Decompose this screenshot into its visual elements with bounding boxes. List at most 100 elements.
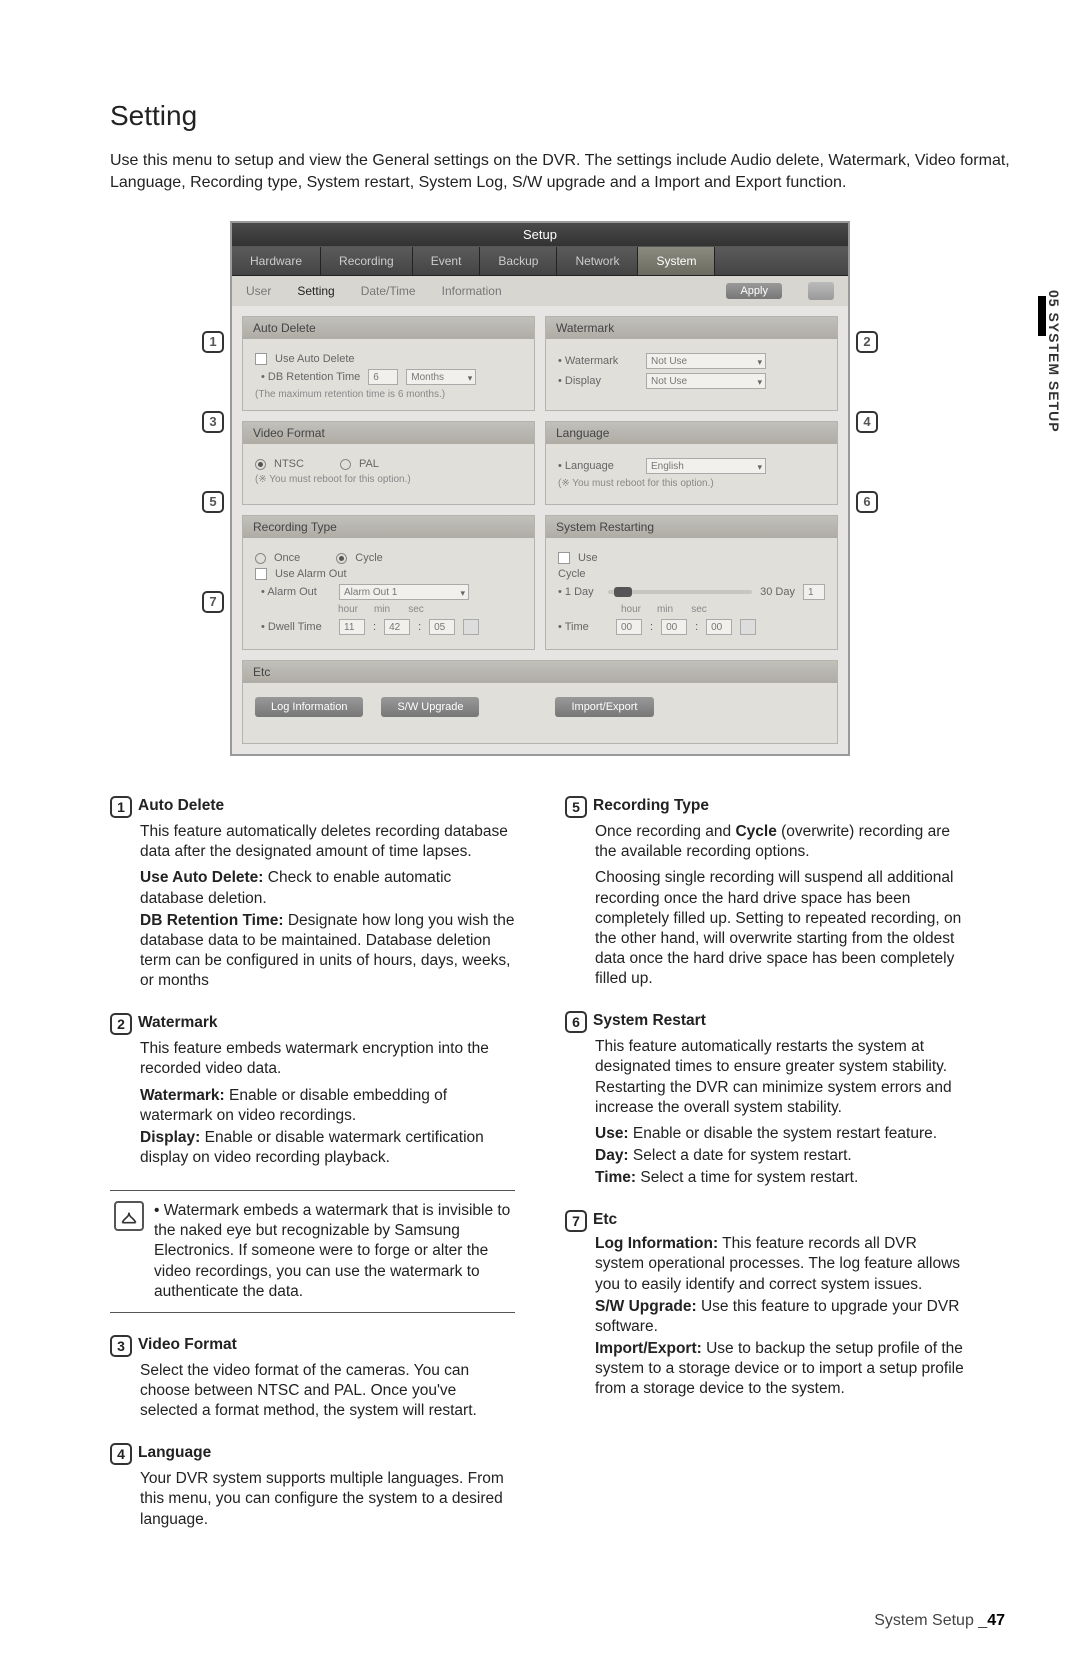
sec-header: sec	[401, 604, 431, 615]
tab-backup[interactable]: Backup	[480, 247, 557, 275]
log-information-button[interactable]: Log Information	[255, 697, 363, 717]
panel-head: Etc	[243, 661, 837, 683]
note-text: • Watermark embeds a watermark that is i…	[154, 1201, 511, 1302]
use-alarm-out-label: Use Alarm Out	[275, 568, 347, 580]
video-format-note: (※ You must reboot for this option.)	[255, 474, 522, 485]
side-chapter-tab: 05 SYSTEM SETUP	[1038, 290, 1062, 433]
panel-head: System Restarting	[546, 516, 837, 538]
sw-upgrade-button[interactable]: S/W Upgrade	[381, 697, 479, 717]
section-heading: Setting	[110, 100, 1050, 132]
panel-head: Watermark	[546, 317, 837, 339]
window-title: Setup	[232, 223, 848, 247]
display-label: • Display	[558, 375, 638, 387]
panel-system-restart: System Restarting Use Cycle • 1 Day 30 D…	[545, 515, 838, 650]
auto-delete-note: (The maximum retention time is 6 months.…	[255, 389, 522, 400]
alarm-out-label: • Alarm Out	[261, 586, 331, 598]
callout-7: 7	[202, 591, 224, 613]
restart-sec-input[interactable]: 00	[706, 619, 732, 635]
once-label: Once	[274, 552, 300, 564]
callout-5: 5	[202, 491, 224, 513]
desc-etc: 7Etc Log Information: This feature recor…	[565, 1210, 970, 1399]
use-auto-delete-checkbox[interactable]	[255, 353, 267, 365]
use-auto-delete-label: Use Auto Delete	[275, 353, 355, 365]
ntsc-radio[interactable]	[255, 459, 266, 470]
subtab-information[interactable]: Information	[442, 284, 502, 298]
desc-watermark: 2Watermark This feature embeds watermark…	[110, 1013, 515, 1168]
ntsc-label: NTSC	[274, 458, 304, 470]
import-export-button[interactable]: Import/Export	[555, 697, 653, 717]
language-dropdown[interactable]: English	[646, 458, 766, 474]
main-tabs: Hardware Recording Event Backup Network …	[232, 247, 848, 276]
once-radio[interactable]	[255, 553, 266, 564]
apply-button[interactable]: Apply	[726, 283, 782, 299]
right-column: 5Recording Type Once recording and Cycle…	[565, 796, 970, 1552]
panel-watermark: Watermark • Watermark Not Use • Display …	[545, 316, 838, 411]
tab-recording[interactable]: Recording	[321, 247, 413, 275]
dwell-hour-input[interactable]: 11	[339, 619, 365, 635]
tab-event[interactable]: Event	[413, 247, 481, 275]
restart-min-input[interactable]: 00	[661, 619, 687, 635]
watermark-dropdown[interactable]: Not Use	[646, 353, 766, 369]
subtab-setting[interactable]: Setting	[297, 284, 334, 298]
dwell-min-input[interactable]: 42	[384, 619, 410, 635]
slider-right-label: 30 Day	[760, 586, 795, 598]
panel-video-format: Video Format NTSC PAL (※ You must reboot…	[242, 421, 535, 505]
panel-head: Video Format	[243, 422, 534, 444]
callout-2: 2	[856, 331, 878, 353]
alarm-out-dropdown[interactable]: Alarm Out 1	[339, 584, 469, 600]
restart-cycle-label: Cycle	[558, 568, 586, 580]
restart-day-slider[interactable]	[608, 590, 752, 594]
dwell-time-label: • Dwell Time	[261, 621, 331, 633]
tab-system[interactable]: System	[638, 247, 715, 275]
panel-auto-delete: Auto Delete Use Auto Delete • DB Retenti…	[242, 316, 535, 411]
callout-3: 3	[202, 411, 224, 433]
db-retention-label: • DB Retention Time	[261, 371, 360, 383]
restart-day-value[interactable]: 1	[803, 584, 825, 600]
exit-icon[interactable]	[808, 282, 834, 300]
callout-4: 4	[856, 411, 878, 433]
desc-auto-delete: 1Auto Delete This feature automatically …	[110, 796, 515, 991]
page-footer: System Setup _47	[30, 1612, 1005, 1630]
language-note: (※ You must reboot for this option.)	[558, 478, 825, 489]
db-retention-unit-dropdown[interactable]: Months	[406, 369, 476, 385]
cycle-label: Cycle	[355, 552, 383, 564]
sub-tabs: User Setting Date/Time Information Apply	[232, 276, 848, 306]
subtab-user[interactable]: User	[246, 284, 271, 298]
pal-radio[interactable]	[340, 459, 351, 470]
display-dropdown[interactable]: Not Use	[646, 373, 766, 389]
subtab-datetime[interactable]: Date/Time	[361, 284, 416, 298]
language-label: • Language	[558, 460, 638, 472]
panel-recording-type: Recording Type Once Cycle Use Alarm Out …	[242, 515, 535, 650]
pal-label: PAL	[359, 458, 379, 470]
tab-hardware[interactable]: Hardware	[232, 247, 321, 275]
hour-header: hour	[333, 604, 363, 615]
dwell-spinner[interactable]	[463, 619, 479, 635]
watermark-label: • Watermark	[558, 355, 638, 367]
restart-use-label: Use	[578, 552, 598, 564]
panel-language: Language • Language English (※ You must …	[545, 421, 838, 505]
restart-time-label: • Time	[558, 621, 608, 633]
db-retention-value[interactable]: 6	[368, 369, 398, 385]
intro-paragraph: Use this menu to setup and view the Gene…	[110, 150, 1010, 193]
description-columns: 1Auto Delete This feature automatically …	[110, 796, 970, 1552]
setup-window: 1 2 3 4 5 6 7 Setup Hardware Recording E…	[230, 221, 850, 756]
restart-use-checkbox[interactable]	[558, 552, 570, 564]
rmin-header: min	[650, 604, 680, 615]
note-icon	[114, 1201, 144, 1231]
tab-network[interactable]: Network	[557, 247, 638, 275]
desc-language: 4Language Your DVR system supports multi…	[110, 1443, 515, 1529]
desc-system-restart: 6System Restart This feature automatical…	[565, 1011, 970, 1188]
restart-hour-input[interactable]: 00	[616, 619, 642, 635]
slider-left-label: • 1 Day	[558, 586, 600, 598]
rsec-header: sec	[684, 604, 714, 615]
watermark-note-box: • Watermark embeds a watermark that is i…	[110, 1190, 515, 1313]
cycle-radio[interactable]	[336, 553, 347, 564]
panel-head: Auto Delete	[243, 317, 534, 339]
dwell-sec-input[interactable]: 05	[429, 619, 455, 635]
use-alarm-out-checkbox[interactable]	[255, 568, 267, 580]
panel-head: Language	[546, 422, 837, 444]
min-header: min	[367, 604, 397, 615]
left-column: 1Auto Delete This feature automatically …	[110, 796, 515, 1552]
desc-video-format: 3Video Format Select the video format of…	[110, 1335, 515, 1421]
restart-spinner[interactable]	[740, 619, 756, 635]
